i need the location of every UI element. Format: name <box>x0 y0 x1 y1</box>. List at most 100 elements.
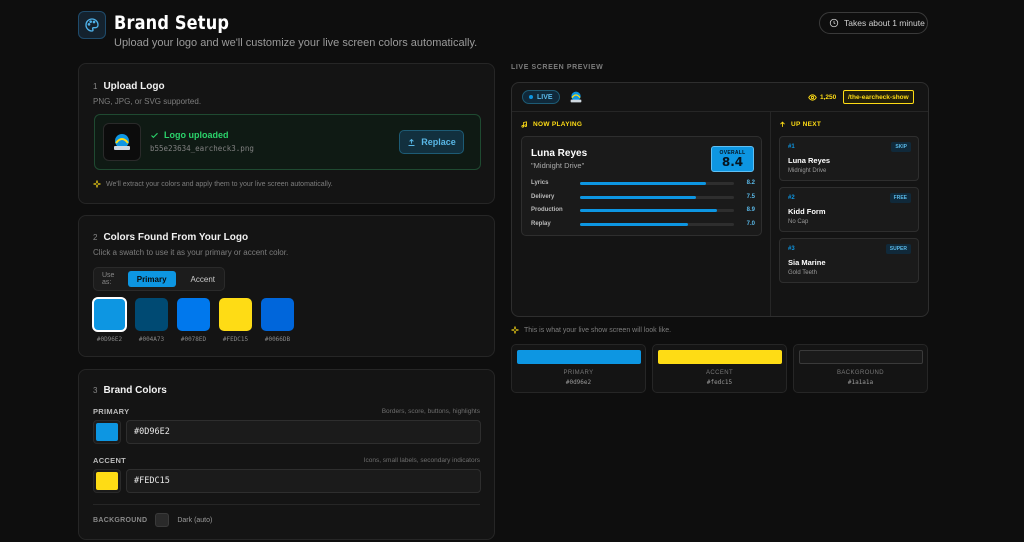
upload-filename: b55e23634_earcheck3.png <box>150 144 254 153</box>
upload-dropzone[interactable]: Logo uploaded b55e23634_earcheck3.png Re… <box>94 114 481 170</box>
queue-position: #3 <box>788 246 795 252</box>
queue-tier-badge: SKIP <box>891 142 911 152</box>
eye-icon <box>808 94 817 101</box>
preview-hint: This is what your live show screen will … <box>511 326 671 334</box>
current-artist: Luna Reyes <box>531 148 588 159</box>
score-row: Delivery 7.5 <box>531 194 755 202</box>
score-bar-track <box>580 195 734 199</box>
score-value: 8.2 <box>746 180 755 186</box>
upload-hint-text: We'll extract your colors and apply them… <box>106 180 333 188</box>
upload-status: Logo uploaded <box>150 130 229 140</box>
swatch-hex: #0066DB <box>264 336 291 343</box>
preview-topbar: LIVE 1,250 /the-earcheck-show <box>512 83 928 112</box>
swatch-hex: #0078ED <box>180 336 207 343</box>
color-swatch[interactable] <box>135 298 168 331</box>
palette-card: ACCENT #fedc15 <box>652 344 787 393</box>
palette-hex: #0d96e2 <box>565 379 592 386</box>
live-badge: LIVE <box>522 90 560 104</box>
show-logo-icon <box>570 91 582 103</box>
score-row: Production 8.9 <box>531 207 755 215</box>
queue-position: #2 <box>788 195 795 201</box>
palette-color-bar <box>799 350 923 364</box>
palette-color-bar <box>658 350 782 364</box>
score-value: 7.0 <box>746 220 755 227</box>
use-as-toggle: Use as: Primary Accent <box>93 267 225 291</box>
queue-artist: Sia Marine <box>788 258 826 267</box>
score-row: Lyrics 8.2 <box>531 180 755 188</box>
queue-tier-badge: SUPER <box>885 244 911 254</box>
primary-label: PRIMARY <box>93 407 130 416</box>
palette-hex: #fedc15 <box>706 379 733 386</box>
score-row: Replay 7.0 <box>531 221 755 229</box>
accent-tab[interactable]: Accent <box>182 271 224 287</box>
upload-logo-card: 1 Upload Logo PNG, JPG, or SVG supported… <box>78 63 495 204</box>
background-value: Dark (auto) <box>177 516 213 524</box>
preview-hint-text: This is what your live show screen will … <box>524 326 672 334</box>
queue-tier-badge: FREE <box>889 193 911 203</box>
card-title: Brand Colors <box>103 385 167 396</box>
palette-name: ACCENT <box>705 370 734 376</box>
palette-card: BACKGROUND #1a1a1a <box>793 344 928 393</box>
time-estimate-badge: Takes about 1 minute <box>819 12 928 34</box>
check-icon <box>151 132 158 138</box>
queue-item: #3 SUPER Sia Marine Gold Teeth <box>779 238 919 283</box>
step-number: 1 <box>93 82 98 91</box>
use-as-label: Use as: <box>102 272 115 286</box>
upload-hint: We'll extract your colors and apply them… <box>93 180 333 188</box>
score-name: Replay <box>531 220 551 227</box>
swatch-item: #0078ED <box>177 298 210 343</box>
swatch-hex: #0D96E2 <box>96 336 123 343</box>
score-value: 8.9 <box>746 207 755 213</box>
preview-divider <box>770 112 771 316</box>
time-estimate-text: Takes about 1 minute <box>844 18 925 28</box>
primary-color-input[interactable]: #0D96E2 <box>126 420 481 444</box>
accent-color-swatch[interactable] <box>93 469 121 493</box>
page-title: Brand Setup <box>114 12 230 34</box>
palette-name: BACKGROUND <box>836 370 884 376</box>
queue-artist: Luna Reyes <box>788 156 831 165</box>
card-description: PNG, JPG, or SVG supported. <box>93 97 202 106</box>
queue-song: Midnight Drive <box>788 168 827 174</box>
swatch-list: #0D96E2 #004A73 #0078ED #FEDC15 #0066DB <box>92 297 294 343</box>
logo-thumbnail <box>103 123 141 161</box>
show-handle: /the-earcheck-show <box>843 90 914 104</box>
queue-position: #1 <box>788 144 795 150</box>
upload-icon <box>408 138 415 146</box>
palette-card: PRIMARY #0d96e2 <box>511 344 646 393</box>
color-swatch[interactable] <box>92 297 127 332</box>
step-number: 3 <box>93 386 98 395</box>
score-bar-fill <box>580 209 718 212</box>
color-swatch[interactable] <box>177 298 210 331</box>
swatch-item: #0066DB <box>261 298 294 343</box>
viewer-count-text: 1,250 <box>820 94 837 101</box>
score-bar-fill <box>580 195 696 199</box>
background-label: BACKGROUND <box>93 516 148 524</box>
colors-found-card: 2 Colors Found From Your Logo Click a sw… <box>78 215 495 357</box>
accent-color-input[interactable]: #FEDC15 <box>126 469 481 493</box>
up-next-text: UP NEXT <box>791 121 822 128</box>
queue-artist: Kidd Form <box>788 207 826 216</box>
palette-name: PRIMARY <box>563 370 594 376</box>
primary-tab[interactable]: Primary <box>127 271 176 287</box>
swatch-hex: #004A73 <box>138 336 165 343</box>
replace-label: Replace <box>421 137 456 147</box>
live-dot-icon <box>529 95 533 99</box>
score-bar-track <box>580 209 734 212</box>
divider <box>93 504 480 505</box>
primary-color-swatch[interactable] <box>93 420 121 444</box>
background-swatch[interactable] <box>155 513 170 527</box>
current-song: "Midnight Drive" <box>531 161 585 170</box>
swatch-item: #FEDC15 <box>219 298 252 343</box>
color-swatch[interactable] <box>261 298 294 331</box>
card-title: Colors Found From Your Logo <box>103 232 249 243</box>
color-swatch[interactable] <box>219 298 252 331</box>
sparkle-icon <box>511 326 519 334</box>
live-screen-preview: LIVE 1,250 /the-earcheck-show NOW PLAYIN… <box>511 82 929 317</box>
up-next-label: UP NEXT <box>779 121 821 128</box>
swatch-item: #0D96E2 <box>92 297 127 343</box>
replace-button[interactable]: Replace <box>399 130 464 154</box>
sparkle-icon <box>93 180 101 188</box>
card-title: Upload Logo <box>103 81 165 92</box>
page-subtitle: Upload your logo and we'll customize you… <box>114 37 478 49</box>
score-name: Lyrics <box>531 180 549 186</box>
